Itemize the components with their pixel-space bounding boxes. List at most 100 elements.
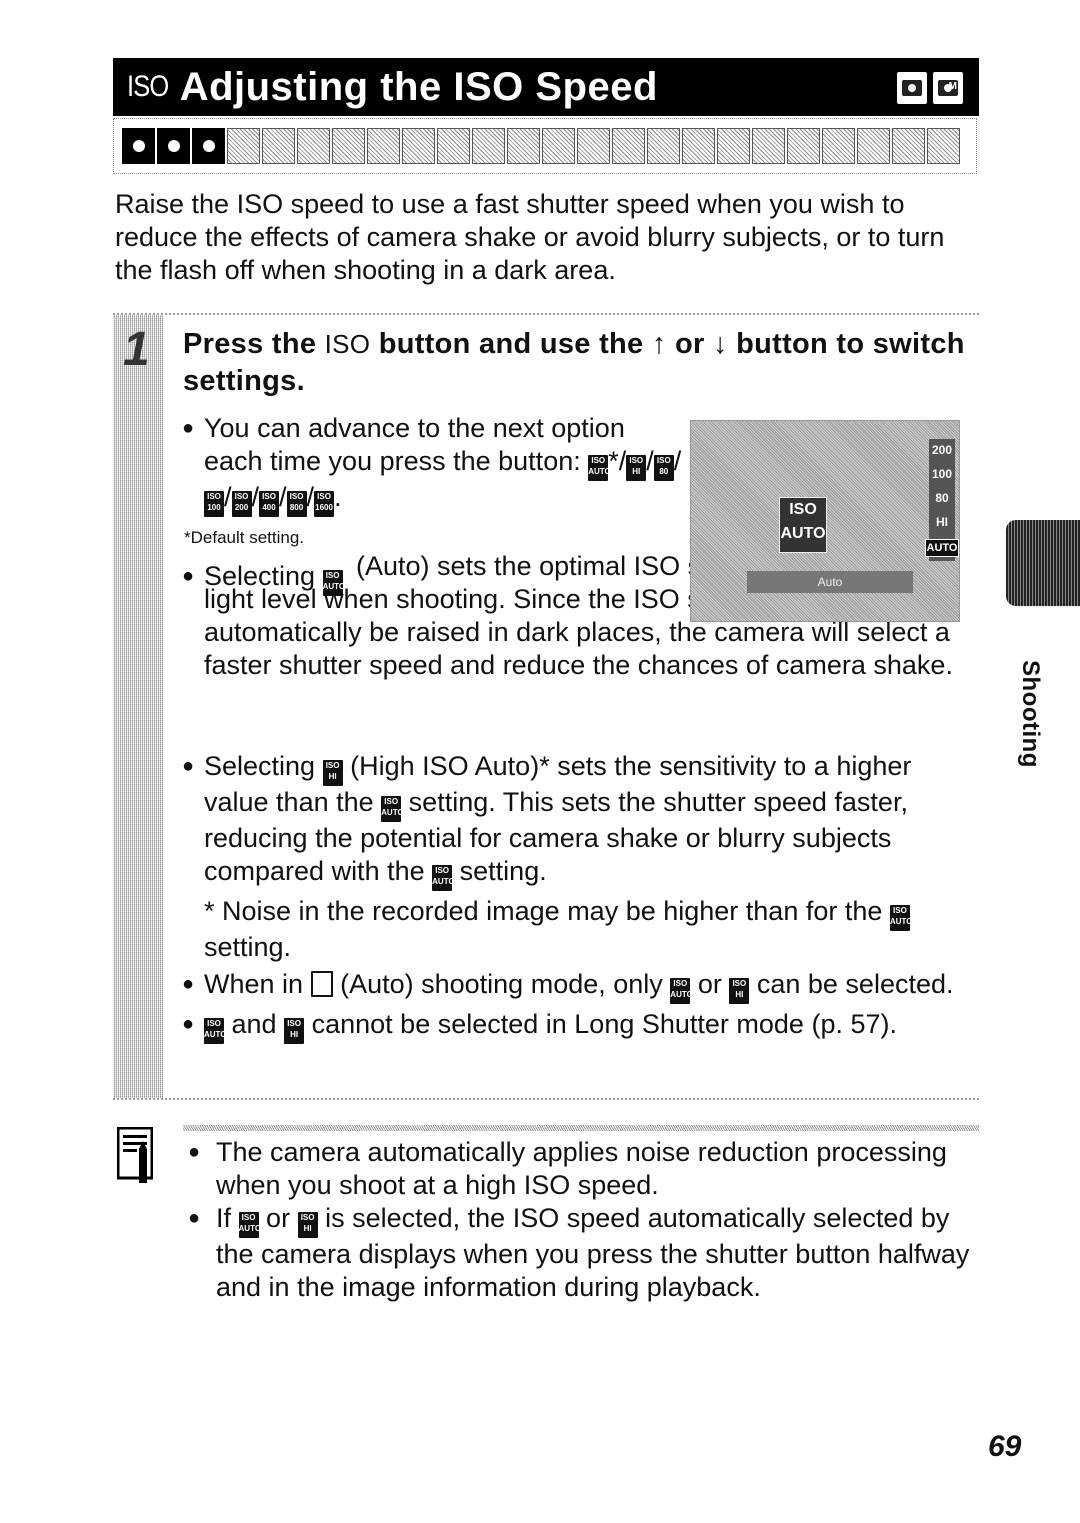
step-bottom-divider xyxy=(113,1098,979,1100)
digital-macro-icon xyxy=(192,128,225,164)
footnote-text: * Noise in the recorded image may be hig… xyxy=(204,896,883,926)
bullet-high-iso-auto: Selecting ISOHI (High ISO Auto)* sets th… xyxy=(182,750,972,891)
separator: / xyxy=(279,482,287,512)
step-bullets-bottom: Selecting ISOHI (High ISO Auto)* sets th… xyxy=(182,750,972,1044)
lcd-setting-bar: Auto xyxy=(747,571,913,593)
bullet-text: When in xyxy=(204,969,304,999)
iso-hi-icon: ISO HI xyxy=(322,760,343,786)
page-number: 69 xyxy=(988,1430,1022,1463)
note-noise-reduction: The camera automatically applies noise r… xyxy=(188,1136,978,1202)
note-iso-display: If ISOAUTO or ISOHI is selected, the ISO… xyxy=(188,1202,978,1304)
bullet-text: (Auto) shooting mode, only xyxy=(340,969,663,999)
lcd-scale-100: 100 xyxy=(931,467,953,481)
long-shutter-icon xyxy=(787,128,820,164)
lcd-scale-auto: AUTO xyxy=(924,539,960,557)
iso-button-label: ISO xyxy=(324,329,371,359)
intro-paragraph: Raise the ISO speed to use a fast shutte… xyxy=(115,189,945,285)
lcd-iso-scale: 200 100 80 HI AUTO xyxy=(924,439,960,561)
step-sidebar-band xyxy=(113,315,163,1098)
movie-color-icon xyxy=(927,128,960,164)
separator: / xyxy=(673,446,682,476)
note-text: or xyxy=(266,1203,291,1233)
night-snapshot-icon xyxy=(542,128,575,164)
bullet-text: cannot be selected in Long Shutter mode … xyxy=(311,1009,897,1039)
chapter-tab xyxy=(1006,520,1080,606)
iso-hi-icon: ISO HI xyxy=(626,455,647,481)
iso-auto-icon: ISOAUTO xyxy=(588,455,611,481)
separator: / xyxy=(646,446,654,476)
bullet-advance-option: You can advance to the next option each … xyxy=(182,412,682,517)
separator: / xyxy=(306,482,315,512)
separator: / xyxy=(251,482,260,512)
separator: / xyxy=(224,482,232,512)
bullet-text: and xyxy=(231,1009,277,1039)
bullet-long-shutter: ISOAUTO and ISOHI cannot be selected in … xyxy=(182,1008,972,1044)
chapter-label: Shooting xyxy=(1017,660,1044,768)
step-number: 1 xyxy=(123,323,150,376)
footnote-text: setting. xyxy=(204,932,292,962)
section-title-bar: ISO Adjusting the ISO Speed xyxy=(113,58,979,116)
lcd-scale-hi: HI xyxy=(936,515,948,529)
step-top-divider xyxy=(113,313,979,315)
indoor-icon xyxy=(472,128,505,164)
iso-auto-icon: ISOAUTO xyxy=(432,865,455,891)
notes-list: The camera automatically applies noise r… xyxy=(188,1136,978,1304)
manual-mode-icon xyxy=(157,128,190,164)
snow-icon xyxy=(752,128,785,164)
note-text: If xyxy=(216,1203,232,1233)
iso-auto-icon: ISOAUTO xyxy=(889,905,912,931)
step-heading: Press the ISO button and use the ↑ or ↓ … xyxy=(183,326,983,400)
iso-400-icon: ISO 400 xyxy=(259,491,280,517)
bullet-text: setting. xyxy=(459,856,547,886)
iso-title-prefix: ISO xyxy=(127,70,169,103)
foliage-icon xyxy=(717,128,750,164)
auto-mode-camera-icon xyxy=(310,971,333,997)
lcd-center-line1: ISO xyxy=(789,501,817,518)
separator: */ xyxy=(608,446,627,476)
color-accent-icon xyxy=(227,128,260,164)
iso-hi-icon: ISO HI xyxy=(284,1018,305,1044)
bullet-text: Selecting xyxy=(204,751,316,781)
high-iso-footnote: * Noise in the recorded image may be hig… xyxy=(182,895,972,964)
movie-compact-icon xyxy=(892,128,925,164)
shooting-mode-strip xyxy=(113,118,977,174)
landscape-icon xyxy=(367,128,400,164)
camera-manual-icon xyxy=(933,72,963,104)
iso-auto-icon: ISOAUTO xyxy=(204,1018,227,1044)
color-swap-icon xyxy=(262,128,295,164)
iso-auto-icon: ISOAUTO xyxy=(238,1212,261,1238)
mode-badges xyxy=(897,72,963,104)
camera-icon xyxy=(897,72,927,104)
memo-pencil-icon xyxy=(117,1127,153,1183)
movie-fast-icon xyxy=(857,128,890,164)
lcd-center-line2: AUTO xyxy=(780,525,826,542)
iso-100-icon: ISO 100 xyxy=(204,491,224,517)
notes-divider xyxy=(183,1125,979,1131)
iso-hi-icon: ISO HI xyxy=(297,1212,318,1238)
lcd-scale-200: 200 xyxy=(931,443,953,457)
fireworks-icon xyxy=(577,128,610,164)
bullet-auto-mode: When in (Auto) shooting mode, only ISOAU… xyxy=(182,968,972,1004)
lcd-scale-80: 80 xyxy=(935,491,949,505)
iso-1600-icon: ISO 1600 xyxy=(314,491,335,517)
lcd-screen-image: ISO AUTO Auto 200 100 80 HI AUTO xyxy=(690,420,960,622)
stitch-assist-icon xyxy=(297,128,330,164)
night-scene-icon xyxy=(402,128,435,164)
iso-auto-icon: ISOAUTO xyxy=(381,796,404,822)
separator: . xyxy=(334,482,342,512)
iso-200-icon: ISO 200 xyxy=(231,491,252,517)
iso-800-icon: ISO 800 xyxy=(286,491,307,517)
beach-icon xyxy=(612,128,645,164)
iso-hi-icon: ISO HI xyxy=(729,978,750,1004)
portrait-icon xyxy=(332,128,365,164)
lcd-iso-auto-icon: ISO AUTO xyxy=(779,497,827,553)
iso-auto-icon: ISOAUTO xyxy=(670,978,693,1004)
iso-80-icon: ISO 80 xyxy=(653,455,674,481)
underwater-icon xyxy=(647,128,680,164)
page-title: Adjusting the ISO Speed xyxy=(179,64,658,109)
bullet-text: or xyxy=(697,969,722,999)
kids-pets-icon xyxy=(437,128,470,164)
movie-standard-icon xyxy=(822,128,855,164)
note-text: is selected, the ISO speed automatically… xyxy=(216,1203,970,1302)
heading-part: Press the xyxy=(183,328,325,360)
